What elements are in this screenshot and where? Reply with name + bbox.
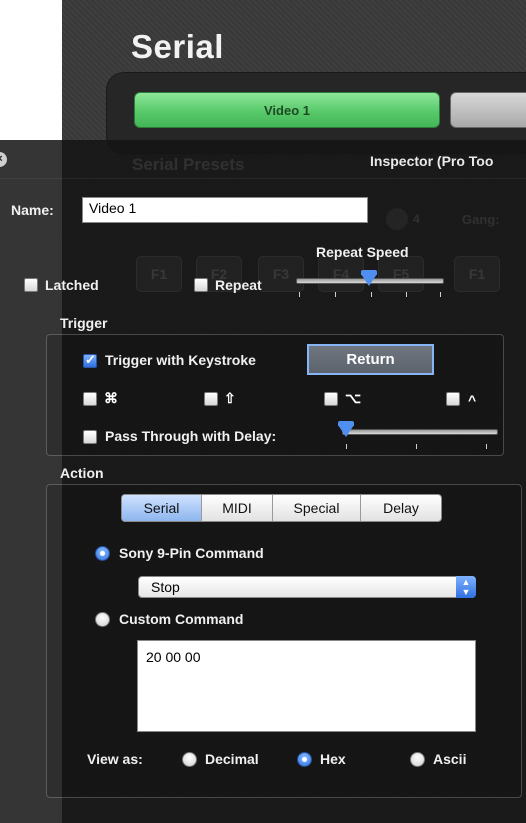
tab-special[interactable]: Special <box>273 495 361 521</box>
repeat-speed-label: Repeat Speed <box>316 244 409 260</box>
option-modifier-checkbox[interactable] <box>324 392 338 406</box>
ghost-gang-label: Gang: <box>462 212 500 227</box>
sony-command-radio[interactable] <box>95 546 110 561</box>
action-section-label: Action <box>60 465 104 481</box>
action-tabs: Serial MIDI Special Delay <box>121 494 442 522</box>
repeat-speed-slider-thumb[interactable] <box>361 270 377 286</box>
custom-command-radio[interactable] <box>95 612 110 627</box>
tab-midi[interactable]: MIDI <box>202 495 273 521</box>
delay-slider-thumb[interactable] <box>338 421 354 437</box>
pass-through-label: Pass Through with Delay: <box>105 428 277 444</box>
control-modifier-checkbox[interactable] <box>446 392 460 406</box>
command-icon: ⌘ <box>104 390 118 406</box>
ghost-section-label: Serial Presets <box>132 155 245 174</box>
ghost-key: F1 <box>136 256 182 292</box>
trigger-keystroke-checkbox[interactable] <box>83 352 97 368</box>
slider-tick <box>406 292 407 297</box>
tab-serial[interactable]: Serial <box>122 495 202 521</box>
latched-label: Latched <box>45 277 99 293</box>
shift-modifier-checkbox[interactable] <box>204 392 218 406</box>
ghost-key: F4 <box>318 256 364 292</box>
ghost-number: 4 <box>413 212 420 226</box>
sony-command-select[interactable]: Stop ▲ ▼ <box>138 576 476 598</box>
repeat-label: Repeat <box>215 277 262 293</box>
preset-button-2[interactable] <box>450 92 526 128</box>
custom-command-label: Custom Command <box>119 611 244 627</box>
control-icon: ^ <box>468 392 477 408</box>
inspector-titlebar[interactable]: × Serial Presets Inspector (Pro Too <box>0 140 526 179</box>
repeat-checkbox[interactable] <box>194 278 208 292</box>
view-as-hex-label: Hex <box>320 751 346 767</box>
slider-tick <box>371 292 372 297</box>
app-title: Serial <box>131 28 224 65</box>
name-field[interactable]: Video 1 <box>82 197 368 223</box>
ghost-key: F1 <box>454 256 500 292</box>
option-icon: ⌥ <box>345 390 362 406</box>
view-as-ascii-radio[interactable] <box>410 752 425 767</box>
sony-command-value: Stop <box>151 579 180 595</box>
slider-tick <box>416 444 417 449</box>
view-as-ascii-label: Ascii <box>433 751 467 767</box>
view-as-decimal-label: Decimal <box>205 751 259 767</box>
sony-command-label: Sony 9-Pin Command <box>119 545 264 561</box>
inspector-window: × Serial Presets Inspector (Pro Too 4 Ga… <box>0 140 526 823</box>
view-as-label: View as: <box>87 751 143 767</box>
ghost-key: F5 <box>378 256 424 292</box>
keystroke-field[interactable]: Return <box>307 344 434 375</box>
chevron-updown-icon: ▲ ▼ <box>456 576 476 598</box>
delay-slider[interactable] <box>342 429 498 435</box>
slider-tick <box>486 444 487 449</box>
slider-tick <box>440 292 441 297</box>
view-as-decimal-radio[interactable] <box>182 752 197 767</box>
close-icon[interactable]: × <box>0 152 7 167</box>
custom-command-field[interactable]: 20 00 00 <box>137 640 476 732</box>
preset-button-video-1[interactable]: Video 1 <box>134 92 440 128</box>
ghost-knob <box>386 208 408 230</box>
pass-through-checkbox[interactable] <box>83 430 97 444</box>
tab-delay[interactable]: Delay <box>361 495 441 521</box>
slider-tick <box>335 292 336 297</box>
trigger-section-label: Trigger <box>60 315 108 331</box>
view-as-hex-radio[interactable] <box>297 752 312 767</box>
inspector-title: Inspector (Pro Too <box>370 153 494 169</box>
trigger-keystroke-label: Trigger with Keystroke <box>105 352 256 368</box>
shift-icon: ⇧ <box>224 390 236 406</box>
ghost-key: F3 <box>258 256 304 292</box>
name-label: Name: <box>11 202 54 218</box>
command-modifier-checkbox[interactable] <box>83 392 97 406</box>
latched-checkbox[interactable] <box>24 278 38 292</box>
slider-tick <box>299 292 300 297</box>
slider-tick <box>346 444 347 449</box>
